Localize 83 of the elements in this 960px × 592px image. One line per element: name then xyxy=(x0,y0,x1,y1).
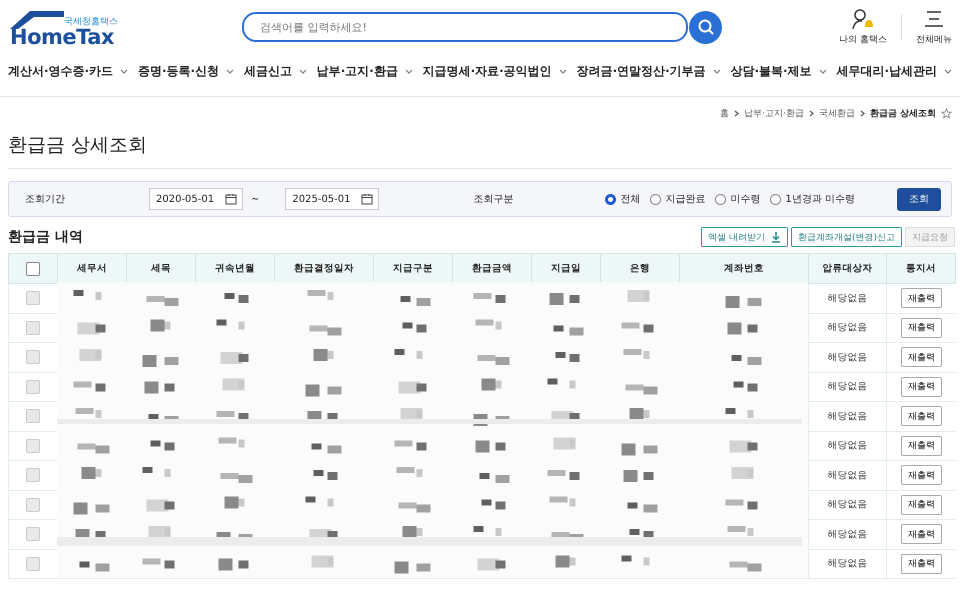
chevron-down-icon xyxy=(712,68,721,74)
filter-label: 조회구분 xyxy=(472,193,514,206)
column-header: 압류대상자 xyxy=(808,254,886,284)
row-checkbox[interactable] xyxy=(26,350,40,364)
row-checkbox[interactable] xyxy=(26,556,40,571)
all-menu-link[interactable]: 전체메뉴 xyxy=(916,8,952,46)
reprint-button[interactable]: 재출력 xyxy=(900,406,942,426)
select-all-checkbox[interactable] xyxy=(26,262,40,276)
chevron-right-icon xyxy=(734,110,740,117)
breadcrumb-item[interactable]: 국세환급 xyxy=(818,107,855,120)
column-header: 귀속년월 xyxy=(196,254,274,284)
my-hometax-link[interactable]: 나의 홈택스 xyxy=(839,8,887,46)
search-submit-button[interactable]: 조회 xyxy=(897,188,941,210)
reprint-button[interactable]: 재출력 xyxy=(900,288,942,308)
filter-label: 조회기간 xyxy=(24,193,66,206)
search-button[interactable] xyxy=(689,10,722,44)
date-field[interactable]: 2025-05-01 xyxy=(285,188,380,210)
star-icon[interactable] xyxy=(941,108,952,119)
search-input[interactable]: 검색어를 입력하세요! xyxy=(258,20,686,34)
radio-option[interactable]: 전체 xyxy=(605,192,640,206)
column-header: 은행 xyxy=(600,254,680,284)
logo-wordmark[interactable]: HomeTax xyxy=(10,25,114,49)
action-button[interactable]: 엑셀 내려받기 xyxy=(701,227,788,247)
calendar-icon[interactable] xyxy=(225,193,237,205)
breadcrumb-item: 환급금 상세조회 xyxy=(870,108,936,120)
calendar-icon[interactable] xyxy=(361,193,374,205)
column-header: 지급일 xyxy=(532,254,600,284)
nav-menu-item[interactable]: 계산서·영수증·카드 xyxy=(8,62,128,80)
nav-menu-item[interactable]: 세무대리·납세관리 xyxy=(836,62,952,80)
row-checkbox[interactable] xyxy=(26,320,40,335)
row-checkbox[interactable] xyxy=(26,380,40,394)
nav-menu-item[interactable]: 증명·등록·신청 xyxy=(138,62,234,80)
chevron-down-icon xyxy=(558,68,567,74)
chevron-down-icon xyxy=(944,68,952,74)
row-checkbox[interactable] xyxy=(26,498,40,512)
column-header: 세무서 xyxy=(58,254,126,284)
chevron-down-icon xyxy=(120,68,128,74)
row-checkbox[interactable] xyxy=(26,438,40,453)
radio-option[interactable]: 미수령 xyxy=(715,192,760,206)
date-field[interactable]: 2020-05-01 xyxy=(149,188,243,210)
reprint-button[interactable]: 재출력 xyxy=(900,524,942,544)
nav-menu-item[interactable]: 장려금·연말정산·기부금 xyxy=(576,62,721,80)
chevron-right-icon xyxy=(808,110,814,117)
reprint-button[interactable]: 재출력 xyxy=(900,494,942,515)
date-separator: ~ xyxy=(251,194,260,204)
reprint-button[interactable]: 재출력 xyxy=(900,347,942,368)
row-checkbox[interactable] xyxy=(26,409,40,424)
reprint-button[interactable]: 재출력 xyxy=(900,436,942,456)
chevron-down-icon xyxy=(298,68,307,74)
reprint-button[interactable]: 재출력 xyxy=(900,318,942,338)
menu-icon xyxy=(923,8,945,30)
column-header: 세목 xyxy=(126,254,196,284)
radio-option[interactable]: 지급완료 xyxy=(650,192,706,206)
chevron-down-icon xyxy=(818,68,827,74)
chevron-down-icon xyxy=(226,68,234,74)
nav-menu-item[interactable]: 지급명세·자료·공익법인 xyxy=(422,62,567,80)
breadcrumb-item[interactable]: 홈 xyxy=(720,107,730,120)
chevron-down-icon xyxy=(404,68,413,74)
column-header: 계좌번호 xyxy=(680,254,808,284)
reprint-button[interactable]: 재출력 xyxy=(900,376,942,397)
search-field[interactable]: 검색어를 입력하세요! xyxy=(242,12,688,42)
section-title: 환급금 내역 xyxy=(8,228,83,246)
search-icon xyxy=(696,18,714,36)
row-checkbox[interactable] xyxy=(26,527,40,542)
user-bell-icon xyxy=(851,8,876,30)
radio-option[interactable]: 1년경과 미수령 xyxy=(770,192,855,206)
page-title: 환급금 상세조회 xyxy=(8,132,952,169)
chevron-right-icon xyxy=(860,110,865,117)
nav-menu-item[interactable]: 납부·고지·환급 xyxy=(316,62,413,80)
row-checkbox[interactable] xyxy=(26,291,40,306)
logo-tagline: 국세청홈택스 xyxy=(64,16,118,28)
nav-menu-item[interactable]: 세금신고 xyxy=(244,62,307,80)
action-button[interactable]: 환급계좌개설(변경)신고 xyxy=(790,227,902,247)
column-header: 지급구분 xyxy=(374,254,452,284)
column-header: 환급결정일자 xyxy=(274,254,374,284)
download-icon xyxy=(770,232,781,242)
reprint-button[interactable]: 재출력 xyxy=(900,465,942,486)
reprint-button[interactable]: 재출력 xyxy=(900,554,942,574)
column-header: 환급금액 xyxy=(452,254,532,284)
nav-menu-item[interactable]: 상담·불복·제보 xyxy=(730,62,827,80)
row-checkbox[interactable] xyxy=(26,468,40,482)
column-header: 통지서 xyxy=(886,254,956,284)
breadcrumb-item[interactable]: 납부·고지·환급 xyxy=(744,107,804,120)
